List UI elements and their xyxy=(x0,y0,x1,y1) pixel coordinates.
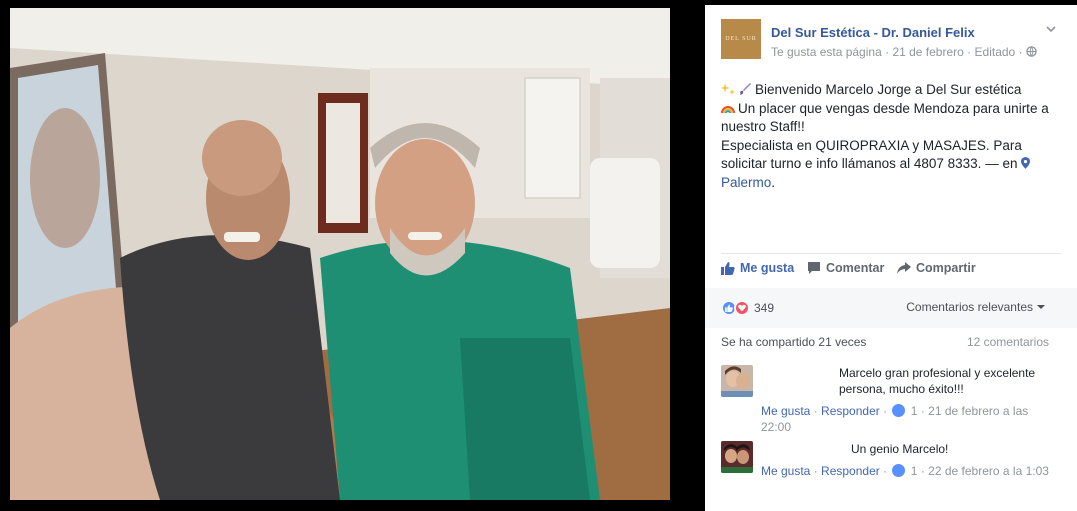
commenter-avatar[interactable] xyxy=(721,441,753,473)
brush-emoji-icon xyxy=(740,83,751,95)
post-photo[interactable] xyxy=(10,8,670,500)
post-text-specialist: Especialista en QUIROPRAXIA y MASAJES. P… xyxy=(721,137,1022,172)
comment-text: Marcelo gran profesional y excelente per… xyxy=(761,365,1051,397)
shares-count-link[interactable]: Se ha compartido 21 veces xyxy=(721,335,866,349)
sparkles-emoji-icon xyxy=(721,83,735,95)
separator: · xyxy=(883,404,891,418)
comment-like-link[interactable]: Me gusta xyxy=(761,464,810,478)
comment-timestamp[interactable]: 22 de febrero a la 1:03 xyxy=(928,464,1049,478)
comments-count-link[interactable]: 12 comentarios xyxy=(967,335,1049,349)
post-header: DEL SUR Del Sur Estética - Dr. Daniel Fe… xyxy=(721,19,1061,69)
post-meta: Te gusta esta página · 21 de febrero · E… xyxy=(771,45,1037,59)
post-text-line-2: Un placer que vengas desde Mendoza para … xyxy=(721,100,1051,137)
separator: · xyxy=(813,464,822,478)
comment-text-body: Marcelo gran profesional y excelente per… xyxy=(839,366,1036,396)
share-arrow-icon xyxy=(897,262,911,274)
comment-reply-link[interactable]: Responder xyxy=(821,404,880,418)
page-avatar[interactable]: DEL SUR xyxy=(721,19,761,59)
post-date-link[interactable]: 21 de febrero xyxy=(892,45,963,59)
comment-item: Un genio Marcelo! Me gusta · Responder ·… xyxy=(721,441,1051,497)
post-options-chevron-icon[interactable] xyxy=(1045,23,1061,39)
meta-separator: · xyxy=(967,45,975,59)
location-pin-icon xyxy=(1021,157,1031,169)
reactions-summary[interactable]: 349 xyxy=(721,300,774,316)
like-button-label: Me gusta xyxy=(740,261,795,275)
dropdown-caret-icon xyxy=(1037,305,1045,309)
thumbs-up-icon xyxy=(721,262,735,275)
post-text-location-prefix: — en xyxy=(985,156,1018,171)
comment-like-link[interactable]: Me gusta xyxy=(761,404,810,418)
comment-item: Marcelo gran profesional y excelente per… xyxy=(721,365,1051,435)
liked-page-label[interactable]: Te gusta esta página xyxy=(771,45,882,59)
actions-divider xyxy=(721,253,1061,254)
post-actions: Me gusta Comentar Compartir xyxy=(721,259,1061,281)
rainbow-emoji-icon xyxy=(721,105,735,113)
love-reaction-icon xyxy=(734,300,750,316)
globe-icon xyxy=(1026,46,1037,57)
meta-separator: · xyxy=(1018,45,1026,59)
page-avatar-text: DEL SUR xyxy=(725,36,757,42)
comment-like-count-icon xyxy=(892,464,906,477)
photo-viewer xyxy=(0,0,705,511)
comment-text-body: Un genio Marcelo! xyxy=(851,442,949,456)
comment-text: Un genio Marcelo! xyxy=(761,441,1051,457)
separator: · xyxy=(813,404,822,418)
edited-label[interactable]: Editado xyxy=(975,45,1016,59)
post-side-panel: DEL SUR Del Sur Estética - Dr. Daniel Fe… xyxy=(705,5,1077,511)
comment-bubble-icon xyxy=(808,262,820,274)
post-text: Bienvenido Marcelo Jorge a Del Sur estét… xyxy=(721,81,1051,192)
comment-sort-label: Comentarios relevantes xyxy=(906,300,1033,314)
scroll-fade xyxy=(705,497,1077,511)
post-text-mendoza: Un placer que vengas desde Mendoza para … xyxy=(721,100,1049,135)
share-button[interactable]: Compartir xyxy=(897,261,976,275)
location-link[interactable]: Palermo xyxy=(721,175,771,190)
reaction-count: 349 xyxy=(754,301,775,315)
comment-like-count-icon xyxy=(892,404,906,417)
comment-like-count[interactable]: 1 xyxy=(911,404,918,418)
comment-like-count[interactable]: 1 xyxy=(911,464,918,478)
post-text-welcome: Bienvenido Marcelo Jorge a Del Sur estét… xyxy=(755,82,1022,97)
share-button-label: Compartir xyxy=(916,261,976,275)
comment-sort-dropdown[interactable]: Comentarios relevantes xyxy=(906,300,1045,314)
like-button[interactable]: Me gusta xyxy=(721,261,794,275)
comment-reply-link[interactable]: Responder xyxy=(821,464,880,478)
share-stats: Se ha compartido 21 veces 12 comentarios xyxy=(721,335,1049,349)
post-text-line-1: Bienvenido Marcelo Jorge a Del Sur estét… xyxy=(721,81,1051,100)
commenter-avatar[interactable] xyxy=(721,365,753,397)
reactions-bar: 349 Comentarios relevantes xyxy=(705,288,1077,328)
comment-actions: Me gusta · Responder · 1 · 21 de febrero… xyxy=(761,403,1051,435)
location-suffix: . xyxy=(771,174,776,190)
post-text-line-3: Especialista en QUIROPRAXIA y MASAJES. P… xyxy=(721,137,1051,193)
comment-button-label: Comentar xyxy=(826,261,885,275)
comment-actions: Me gusta · Responder · 1 · 22 de febrero… xyxy=(761,463,1051,479)
page-name-link[interactable]: Del Sur Estética - Dr. Daniel Felix xyxy=(771,25,975,40)
separator: · xyxy=(883,464,891,478)
selfie-photo-illustration xyxy=(10,8,670,500)
